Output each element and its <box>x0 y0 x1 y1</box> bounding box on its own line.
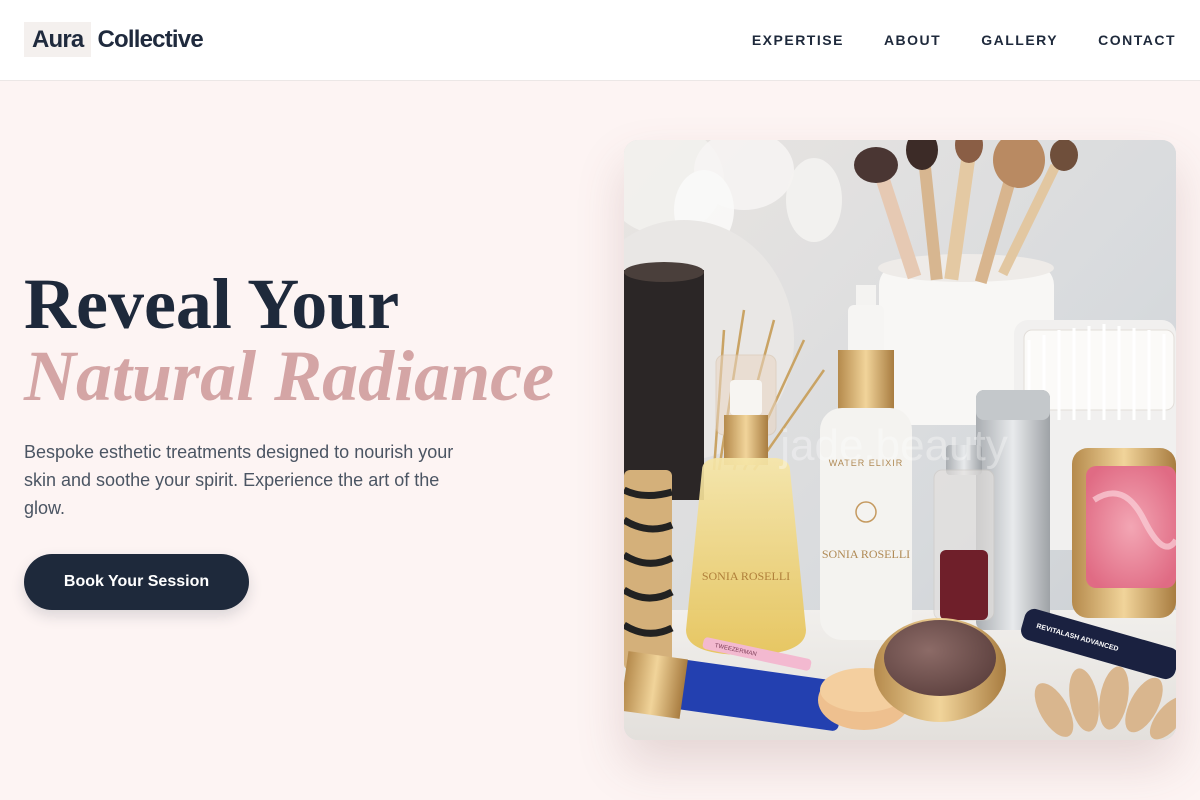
nav-link-about[interactable]: ABOUT <box>884 32 941 48</box>
nav-link-gallery[interactable]: GALLERY <box>981 32 1058 48</box>
cosmetics-photo: SONIA ROSELLI WATER ELIXIR SONIA ROSELLI… <box>624 140 1176 740</box>
book-session-button[interactable]: Book Your Session <box>24 554 249 610</box>
site-header: Aura Collective EXPERTISE ABOUT GALLERY … <box>0 0 1200 81</box>
hero-subtitle: Bespoke esthetic treatments designed to … <box>24 442 454 518</box>
nav-link-contact[interactable]: CONTACT <box>1098 32 1176 48</box>
brand-logo[interactable]: Aura Collective <box>24 22 204 57</box>
brand-logo-mark: Aura <box>24 22 92 57</box>
nav-link-expertise[interactable]: EXPERTISE <box>752 32 844 48</box>
elixir-bottle-label: SONIA ROSELLI <box>822 547 910 561</box>
hero-product-image: SONIA ROSELLI WATER ELIXIR SONIA ROSELLI… <box>624 140 1176 740</box>
image-watermark: jade.beauty <box>778 421 1008 470</box>
hero-title-line-2: Natural Radiance <box>24 336 555 416</box>
oil-bottle-label: SONIA ROSELLI <box>702 569 790 583</box>
main-nav: EXPERTISE ABOUT GALLERY CONTACT <box>752 0 1176 80</box>
hero-title: Reveal Your Natural Radiance <box>24 268 554 412</box>
brand-logo-text: Collective <box>97 25 203 53</box>
hero-title-line-1: Reveal Your <box>24 264 400 344</box>
